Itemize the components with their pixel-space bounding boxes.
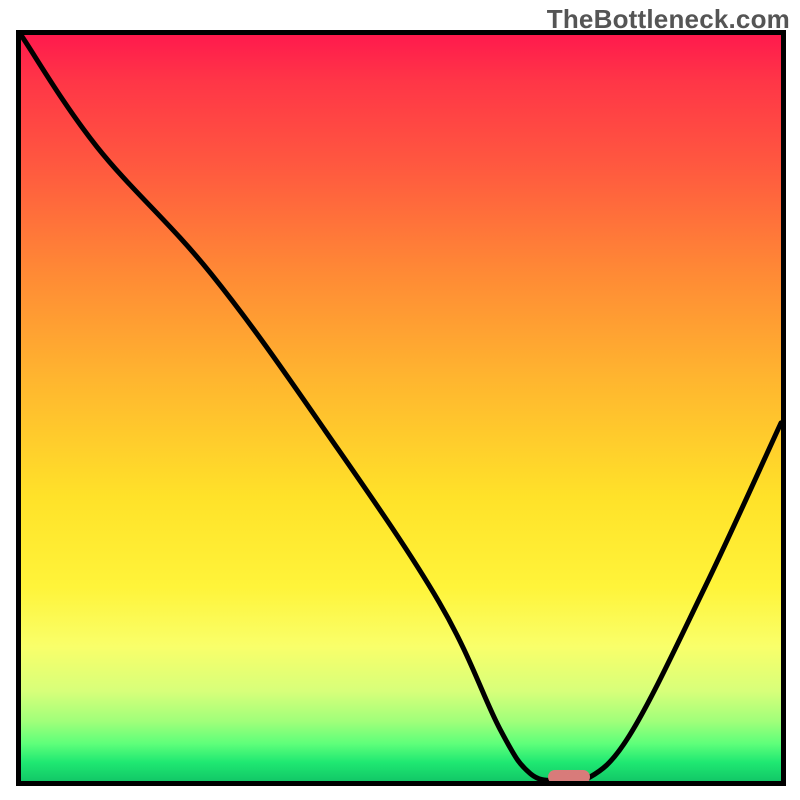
curve-path bbox=[21, 35, 781, 781]
plot-area bbox=[16, 30, 786, 786]
bottleneck-curve bbox=[21, 35, 781, 781]
chart-canvas: TheBottleneck.com bbox=[0, 0, 800, 800]
optimal-marker bbox=[548, 770, 590, 784]
